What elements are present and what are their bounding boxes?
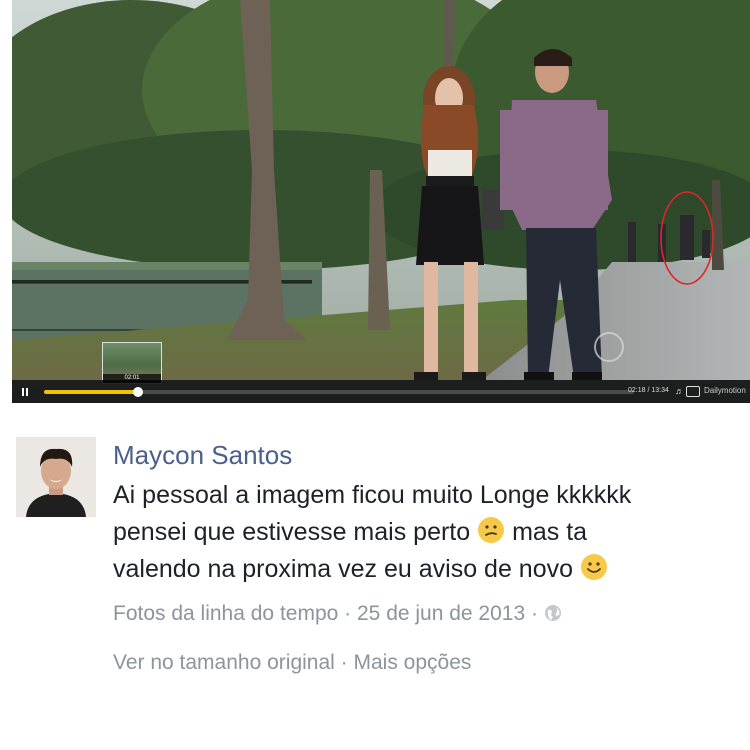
comment-meta: Fotos da linha do tempo · 25 de jun de 2… <box>113 602 562 626</box>
comment-line-2-text: pensei que estivesse mais perto <box>113 518 471 546</box>
comment-line-2b-text: mas ta <box>512 518 588 546</box>
comment-actions: Ver no tamanho original · Mais opções <box>113 651 471 675</box>
avatar-image <box>16 437 96 517</box>
progress-track[interactable] <box>44 387 634 397</box>
smiling-face-icon <box>580 554 607 580</box>
player-brand[interactable]: Dailymotion <box>704 386 746 395</box>
video-player[interactable]: 02:01 02:18 / 13:34 ♬ Dailymotion <box>12 0 750 403</box>
captions-icon[interactable] <box>686 386 700 397</box>
confused-face-icon <box>478 517 505 543</box>
avatar[interactable] <box>16 437 96 517</box>
comment-text: Ai pessoal a imagem ficou muito Longe kk… <box>113 477 738 588</box>
video-controls-bar: 02:18 / 13:34 ♬ Dailymotion <box>12 380 750 403</box>
comment-line-2: pensei que estivesse mais perto mas ta <box>113 514 738 551</box>
more-options-link[interactable]: Mais opções <box>354 651 472 674</box>
globe-icon[interactable] <box>544 604 562 622</box>
meta-separator: · <box>531 602 538 625</box>
comment-line-1: Ai pessoal a imagem ficou muito Longe kk… <box>113 481 632 509</box>
volume-icon[interactable]: ♬ <box>675 386 684 396</box>
time-display: 02:18 / 13:34 <box>628 387 669 394</box>
album-link[interactable]: Fotos da linha do tempo <box>113 602 338 625</box>
pause-icon[interactable] <box>18 385 32 399</box>
meta-separator: · <box>344 602 352 625</box>
action-separator: · <box>340 651 348 674</box>
comment-line-3-text: valendo na proxima vez eu aviso de novo <box>113 555 574 583</box>
progress-fill <box>44 390 139 394</box>
progress-handle[interactable] <box>133 387 144 397</box>
comment-line-3: valendo na proxima vez eu aviso de novo <box>113 551 738 588</box>
view-original-link[interactable]: Ver no tamanho original <box>113 651 335 674</box>
seek-preview-thumbnail: 02:01 <box>102 342 162 384</box>
comment-author[interactable]: Maycon Santos <box>113 440 292 471</box>
post-date[interactable]: 25 de jun de 2013 <box>357 602 525 625</box>
